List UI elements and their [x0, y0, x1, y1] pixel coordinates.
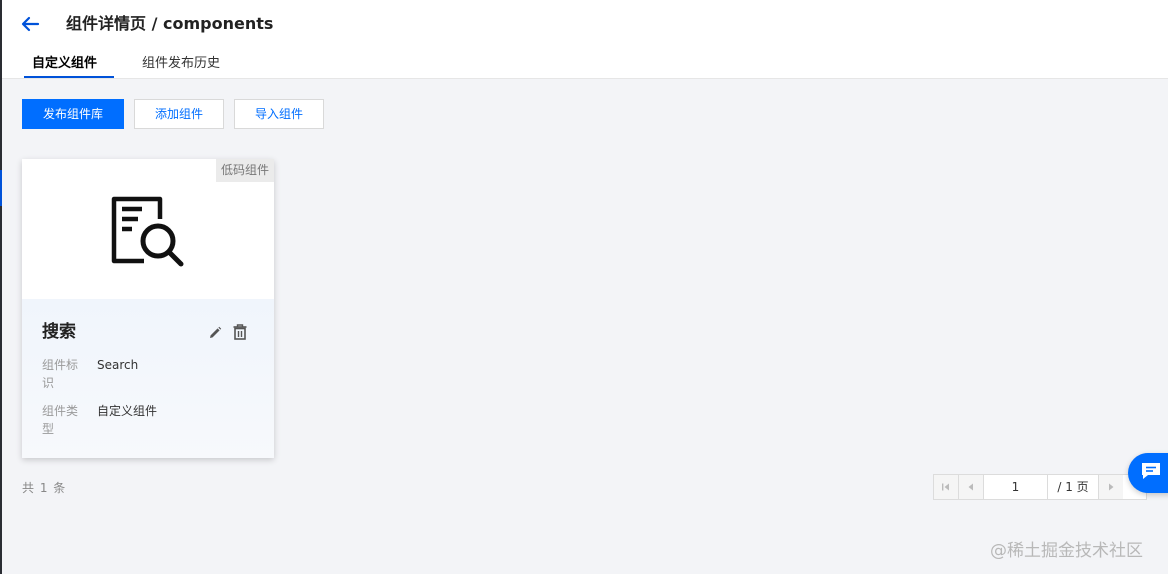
next-page-icon[interactable] — [1098, 475, 1123, 499]
import-component-button[interactable]: 导入组件 — [234, 99, 324, 129]
card-title: 搜索 — [42, 322, 76, 342]
left-accent — [0, 170, 2, 206]
page-title: 组件详情页 / components — [66, 14, 274, 33]
back-arrow-icon[interactable] — [18, 12, 42, 36]
field-label-type: 组件类型 — [42, 404, 79, 436]
first-page-icon[interactable] — [934, 475, 959, 499]
add-component-button[interactable]: 添加组件 — [134, 99, 224, 129]
pagination: / 1 页 — [933, 474, 1147, 500]
edit-icon[interactable] — [208, 325, 222, 344]
field-value-id: Search — [97, 358, 139, 372]
watermark: @稀土掘金技术社区 — [990, 541, 1143, 561]
document-search-icon — [108, 191, 188, 275]
card-badge: 低码组件 — [215, 159, 274, 182]
field-value-type: 自定义组件 — [97, 404, 158, 418]
tab-active-indicator — [24, 76, 114, 78]
delete-icon[interactable] — [232, 324, 248, 344]
tab-custom-components[interactable]: 自定义组件 — [32, 54, 97, 74]
left-edge — [0, 0, 2, 574]
tab-publish-history[interactable]: 组件发布历史 — [142, 54, 220, 74]
field-label-id: 组件标识 — [42, 358, 79, 390]
prev-page-icon[interactable] — [959, 475, 984, 499]
page-header: 组件详情页 / components 自定义组件 组件发布历史 — [2, 0, 1168, 79]
chat-support-button[interactable] — [1128, 453, 1168, 493]
total-pages: / 1 页 — [1057, 480, 1089, 494]
chat-icon — [1140, 461, 1162, 485]
publish-library-button[interactable]: 发布组件库 — [22, 99, 124, 129]
total-count: 共 1 条 — [22, 481, 67, 495]
page-number-input[interactable] — [984, 475, 1048, 499]
component-card[interactable]: 低码组件 搜索 组件标识 Search 组件类型 自定义组件 — [22, 159, 274, 458]
